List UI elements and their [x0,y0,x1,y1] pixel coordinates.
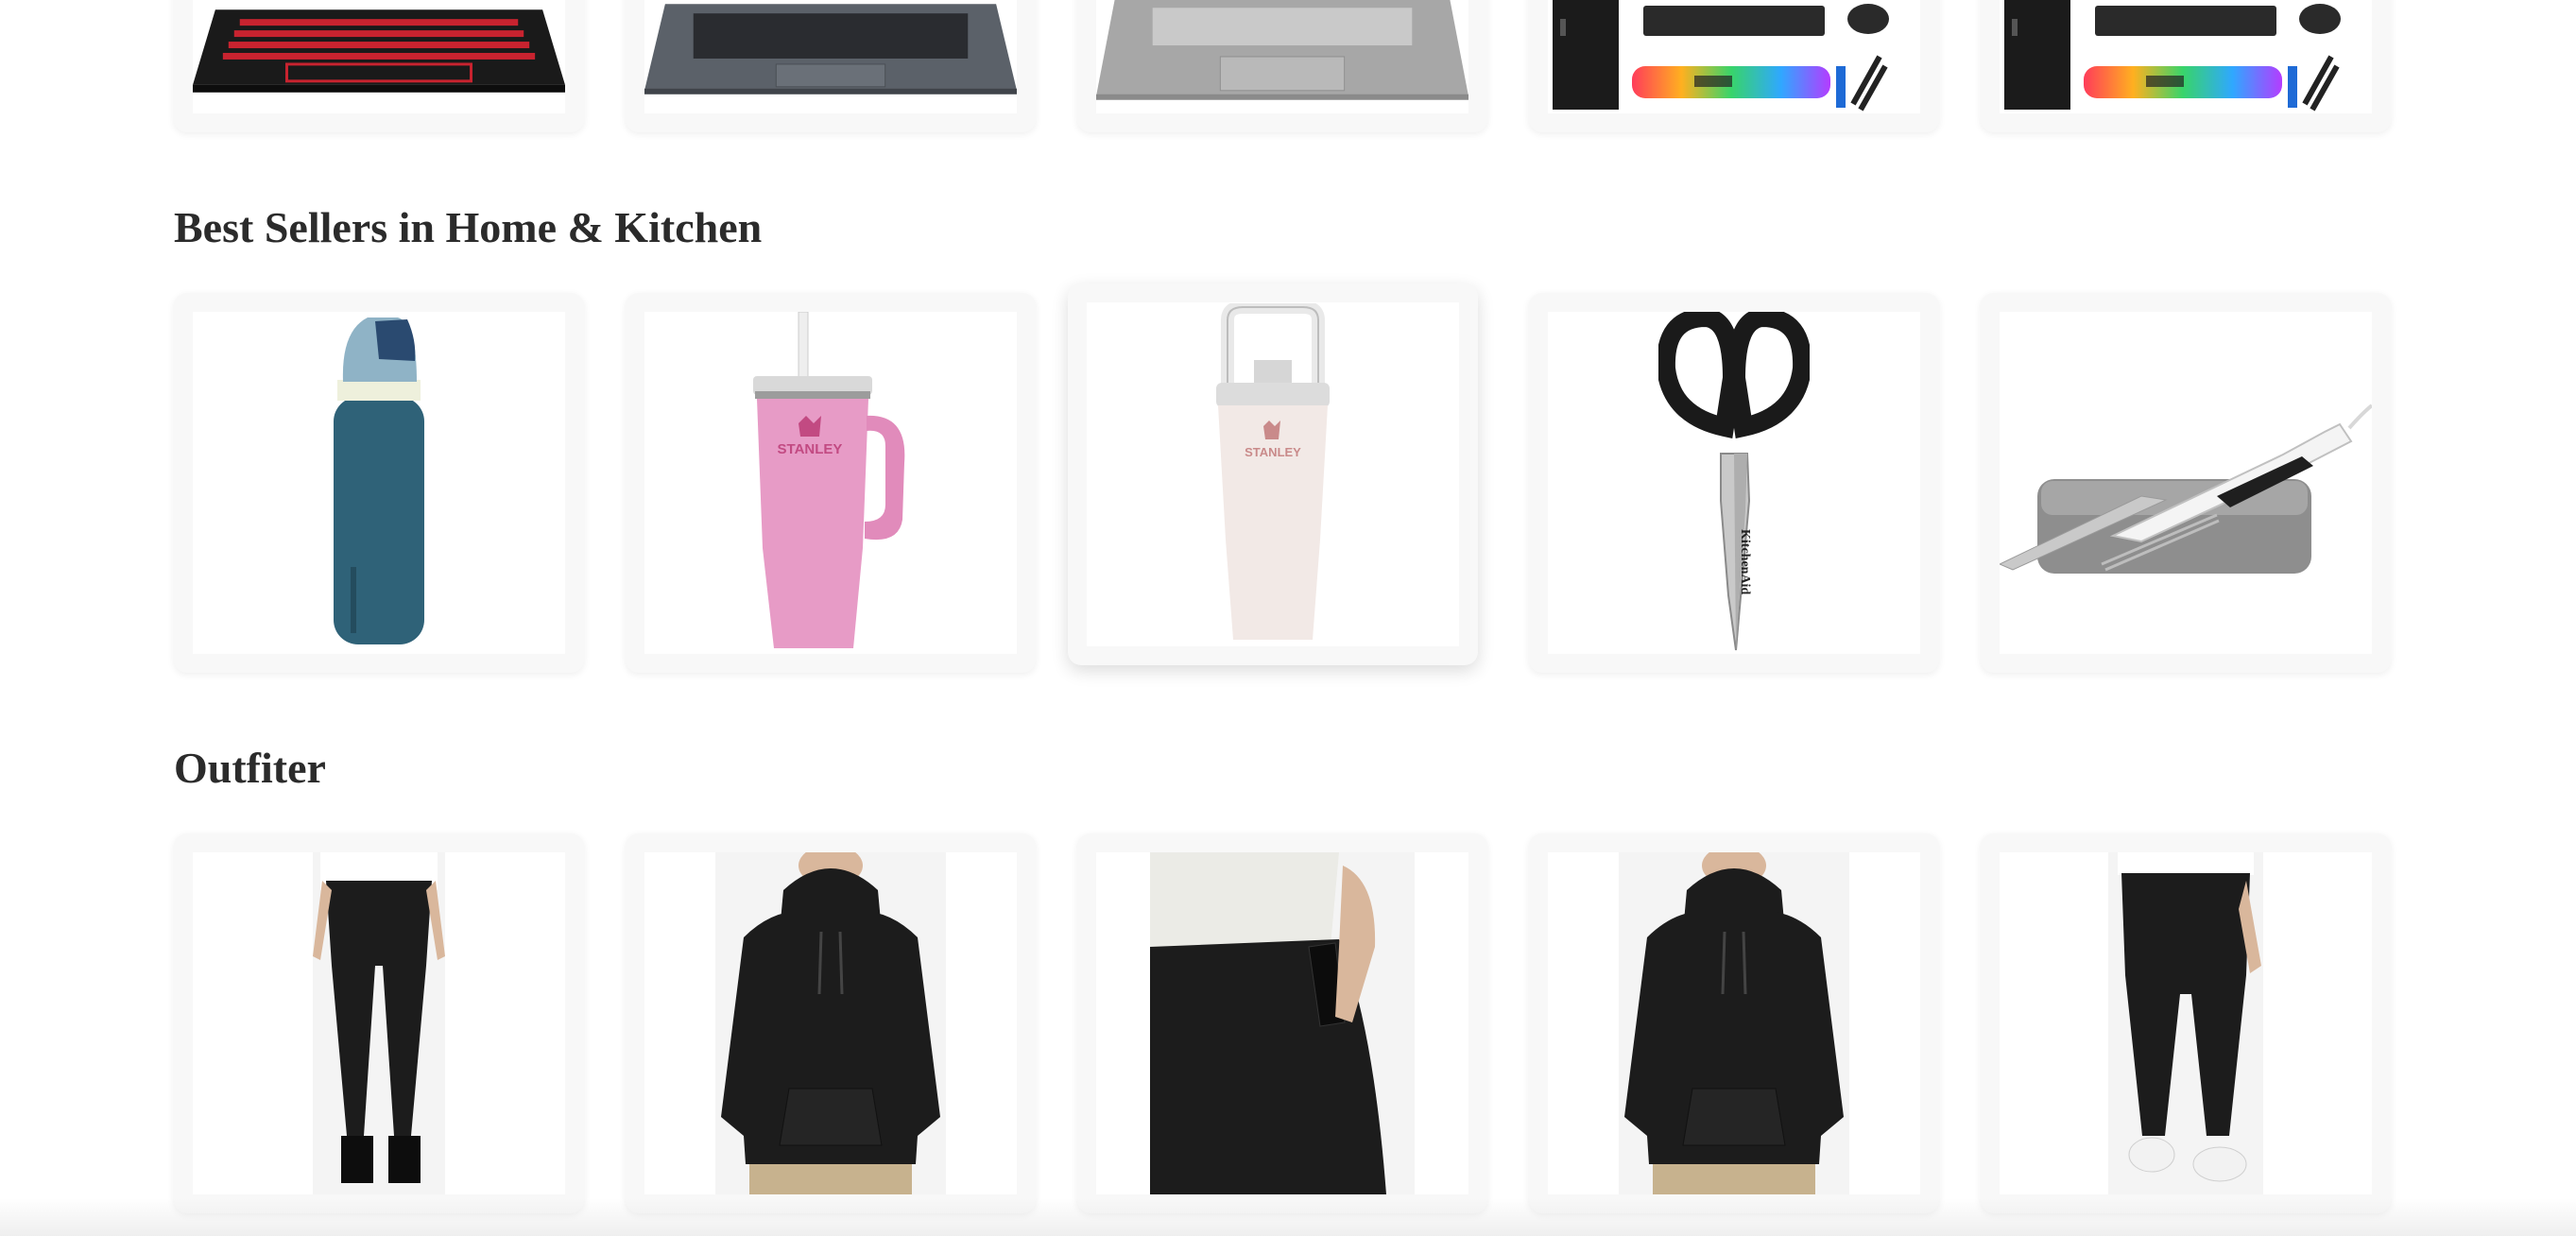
product-card[interactable] [174,0,584,132]
tumbler-image: STANLEY [644,312,1017,654]
product-card[interactable] [1981,293,2391,673]
laptop-image [193,0,565,113]
product-card[interactable] [1529,0,1939,132]
product-card[interactable]: KitchenAid [1529,293,1939,673]
product-card[interactable] [1981,0,2391,132]
product-card[interactable] [1077,833,1487,1213]
product-card[interactable] [626,0,1036,132]
product-card[interactable] [174,293,584,673]
laptop-image [644,0,1017,113]
water-bottle-image [193,312,565,654]
product-card[interactable] [1077,0,1487,132]
svg-text:STANLEY: STANLEY [1245,445,1301,459]
electric-knife-image [2000,312,2372,654]
product-card[interactable] [1981,833,2391,1213]
pants-detail-image [1096,852,1468,1194]
desktop-bundle-image [1548,0,1920,113]
product-card[interactable]: STANLEY [1068,283,1478,665]
product-card[interactable] [626,833,1036,1213]
laptop-image [1096,0,1468,113]
hoodie-image [1548,852,1920,1194]
section-title-outfiter: Outfiter [174,744,326,792]
hoodie-image [644,852,1017,1194]
leggings-back-image [2000,852,2372,1194]
bottom-scroll-fade [0,1198,2576,1236]
leggings-image [193,852,565,1194]
product-card[interactable]: STANLEY [626,293,1036,673]
scissors-image: KitchenAid [1548,312,1920,654]
desktop-bundle-image [2000,0,2372,113]
svg-text:STANLEY: STANLEY [778,441,843,457]
product-card[interactable] [174,833,584,1213]
section-title-home-kitchen: Best Sellers in Home & Kitchen [174,203,763,251]
flip-tumbler-image: STANLEY [1087,302,1459,646]
svg-text:KitchenAid: KitchenAid [1738,529,1752,594]
product-card[interactable] [1529,833,1939,1213]
